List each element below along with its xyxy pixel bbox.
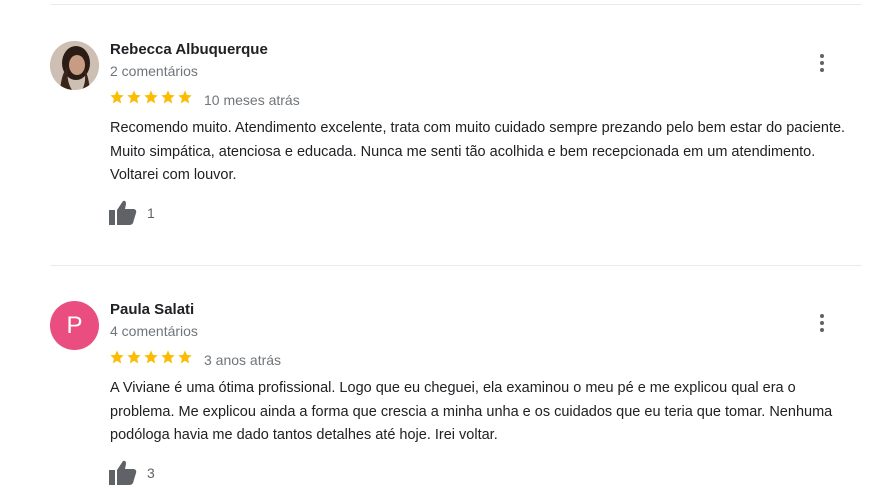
review-date: 3 anos atrás	[204, 352, 282, 368]
rating-stars	[109, 349, 193, 365]
avatar[interactable]: P	[50, 301, 99, 350]
like-button[interactable]: 1	[108, 199, 155, 226]
reviewer-name[interactable]: Paula Salati	[110, 301, 194, 318]
star-icon	[178, 90, 192, 104]
reviewer-comment-count: 4 comentários	[110, 323, 198, 339]
star-icon	[110, 350, 124, 364]
thumbs-up-icon	[109, 460, 137, 485]
divider-middle	[50, 265, 862, 266]
star-icon	[110, 90, 124, 104]
divider-top	[50, 4, 862, 5]
avatar[interactable]	[50, 41, 99, 90]
review-text: A Viviane é uma ótima profissional. Logo…	[110, 380, 833, 443]
star-icon	[127, 90, 141, 104]
more-vert-icon	[820, 54, 824, 72]
reviewer-comment-count: 2 comentários	[110, 63, 198, 79]
like-count: 3	[147, 464, 155, 481]
reviewer-name[interactable]: Rebecca Albuquerque	[110, 41, 268, 58]
more-options-button[interactable]	[812, 51, 832, 75]
avatar-letter: P	[66, 311, 83, 339]
like-button[interactable]: 3	[108, 459, 155, 486]
star-icon	[178, 350, 192, 364]
thumbs-up-icon	[109, 200, 137, 225]
star-icon	[161, 90, 175, 104]
star-icon	[161, 350, 175, 364]
more-options-button[interactable]	[812, 311, 832, 335]
rating-stars	[109, 89, 193, 105]
more-vert-icon	[820, 314, 824, 332]
star-icon	[127, 350, 141, 364]
review-date: 10 meses atrás	[204, 92, 300, 108]
star-icon	[144, 350, 158, 364]
star-icon	[144, 90, 158, 104]
review-text: Recomendo muito. Atendimento excelente, …	[110, 120, 846, 183]
like-count: 1	[147, 204, 155, 221]
